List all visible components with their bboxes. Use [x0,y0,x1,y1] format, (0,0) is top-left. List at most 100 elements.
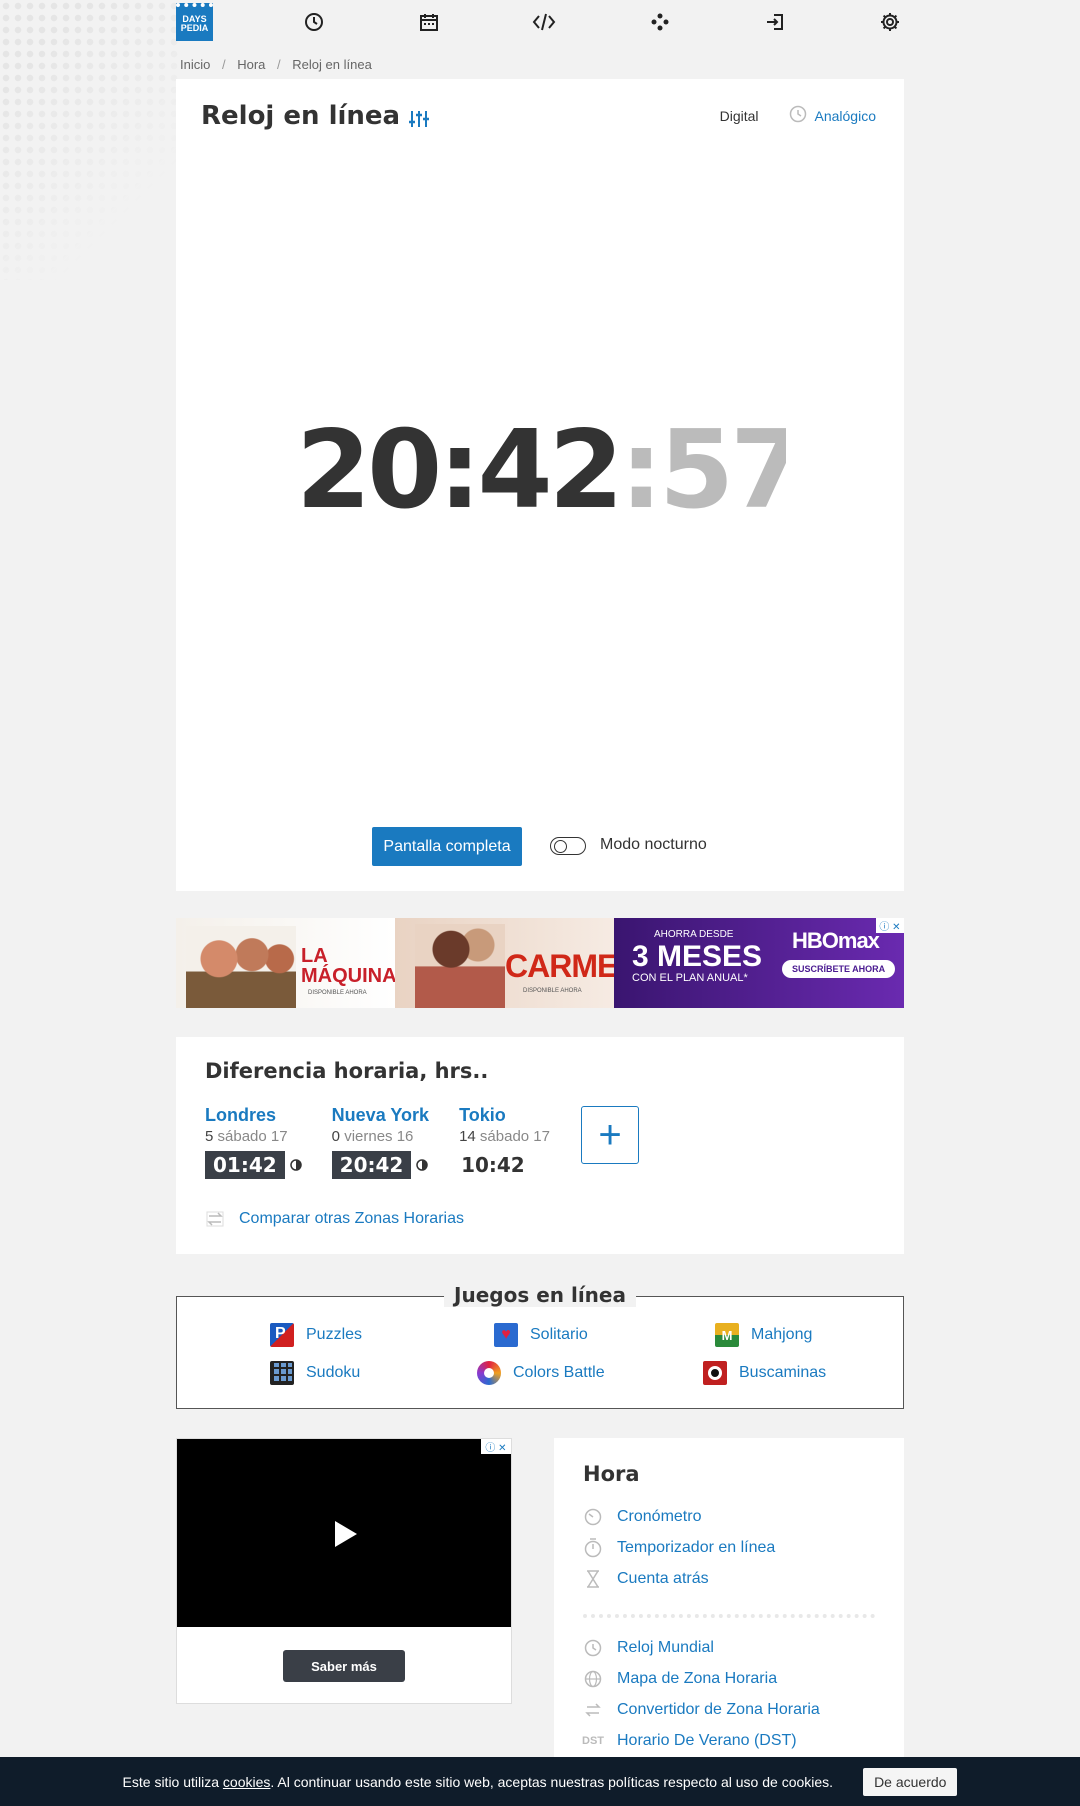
link-mapa-zona[interactable]: Mapa de Zona Horaria [583,1669,777,1689]
link-label: Temporizador en línea [617,1539,776,1556]
mahjong-icon: M [715,1323,739,1347]
divider [583,1614,875,1618]
time-difference-card: Diferencia horaria, hrs.. Londres 5 sába… [176,1037,904,1254]
breadcrumb-home[interactable]: Inicio [180,57,210,72]
link-label: Cuenta atrás [617,1570,709,1587]
play-icon[interactable] [335,1521,357,1547]
ad-info-icon[interactable]: ⓘ ✕ [876,918,904,933]
breadcrumb-hora[interactable]: Hora [237,57,265,72]
city-time: 01:42 [205,1151,285,1179]
ad-panel-carmen[interactable]: CARMEN DISPONIBLE AHORA [395,918,640,1008]
ad-small-3: AHORRA DESDE [654,929,734,940]
ad-panel-hbomax[interactable]: AHORRA DESDE 3 MESES CON EL PLAN ANUAL* … [614,918,904,1008]
city-nueva-york[interactable]: Nueva York 0 viernes 16 20:42 [331,1105,429,1179]
stopwatch-icon [583,1507,603,1527]
learn-more-button[interactable]: Saber más [283,1650,405,1682]
link-dst[interactable]: DST Horario De Verano (DST) [582,1731,797,1751]
ad-banner[interactable]: LA MÁQUINA DISPONIBLE AHORA CARMEN DISPO… [176,918,904,1008]
ad-cta-3[interactable]: SUSCRÍBETE AHORA [782,960,896,978]
game-buscaminas[interactable]: Buscaminas [703,1361,826,1385]
clock-icon[interactable] [300,8,328,36]
game-label: Colors Battle [513,1364,605,1381]
hora-title: Hora [583,1462,640,1486]
video-ad[interactable]: ⓘ ✕ Saber más [176,1438,512,1704]
city-time: 10:42 [461,1153,525,1177]
cookies-link[interactable]: cookies [223,1774,270,1790]
games-icon[interactable] [646,8,674,36]
game-puzzles[interactable]: P Puzzles [270,1323,362,1347]
games-title: Juegos en línea [444,1283,636,1307]
digital-clock: 20:42:57 [296,409,786,524]
accept-cookies-button[interactable]: De acuerdo [863,1767,958,1796]
mode-digital[interactable]: Digital [720,108,759,124]
compare-timezones-link[interactable]: Comparar otras Zonas Horarias [205,1209,464,1229]
clock-seconds: :57 [619,409,786,524]
ad-info-icon[interactable]: ⓘ ✕ [481,1439,511,1454]
clock-icon [583,1638,603,1658]
city-offset: 0 [331,1128,341,1145]
city-offset: 14 [459,1128,476,1145]
login-icon[interactable] [761,8,789,36]
background-dots [0,0,180,280]
ad-title-1: LA MÁQUINA [301,945,397,987]
analog-clock-icon [789,105,807,126]
city-offset: 5 [205,1128,214,1145]
ad-sub-1: DISPONIBLE AHORA [308,990,367,996]
logo[interactable]: DAYS PEDIA [176,3,213,41]
ad-image-couple [415,924,505,1008]
game-label: Mahjong [751,1326,813,1343]
game-label: Buscaminas [739,1364,827,1381]
game-solitario[interactable]: ♥ Solitario [494,1323,588,1347]
city-tokio[interactable]: Tokio 14 sábado 17 10:42 [459,1105,550,1179]
settings-sliders-icon[interactable] [408,109,430,134]
cookie-text: Este sitio utiliza cookies. Al continuar… [123,1774,834,1790]
ad-image-people [186,926,296,1008]
game-label: Solitario [530,1326,588,1343]
page-title: Reloj en línea [201,101,401,131]
night-mode-toggle[interactable] [550,837,586,855]
mode-analog[interactable]: Analógico [815,108,877,124]
city-offset-day: 5 sábado 17 [205,1128,302,1145]
city-name[interactable]: Londres [205,1105,302,1126]
game-mahjong[interactable]: M Mahjong [715,1323,812,1347]
video-player[interactable]: ⓘ ✕ [177,1439,511,1627]
ad-panel-la-maquina[interactable]: LA MÁQUINA DISPONIBLE AHORA [176,918,397,1008]
clock-hours-minutes: 20:42 [296,409,624,524]
cookie-text-pre: Este sitio utiliza [122,1773,223,1790]
link-cuenta-atras[interactable]: Cuenta atrás [583,1569,709,1589]
game-sudoku[interactable]: Sudoku [270,1361,360,1385]
game-colors-battle[interactable]: Colors Battle [477,1361,605,1385]
link-label: Reloj Mundial [617,1639,714,1656]
breadcrumb: Inicio / Hora / Reloj en línea [180,57,380,72]
games-box: Juegos en línea P Puzzles ♥ Solitario M … [176,1283,904,1409]
link-cronometro[interactable]: Cronómetro [583,1507,701,1527]
convert-icon [206,1211,224,1227]
city-day: sábado 17 [479,1128,550,1145]
calendar-icon[interactable] [415,8,443,36]
time-difference-title: Diferencia horaria, hrs.. [205,1059,489,1083]
breadcrumb-sep: / [221,57,226,72]
logo-line2: PEDIA [180,23,209,33]
city-offset-day: 14 sábado 17 [459,1128,550,1145]
ad-sub-2: DISPONIBLE AHORA [523,988,582,994]
clock-mode-switch: Digital Analógico [720,105,876,126]
city-name[interactable]: Nueva York [332,1105,429,1126]
city-time-box: 10:42 [459,1151,527,1179]
night-moon-icon [416,1159,429,1171]
link-temporizador[interactable]: Temporizador en línea [583,1538,775,1558]
convert-icon [583,1700,603,1720]
city-time: 20:42 [331,1151,412,1179]
ad-big-3: 3 MESES [632,940,763,973]
city-name[interactable]: Tokio [459,1105,550,1126]
city-londres[interactable]: Londres 5 sábado 17 01:42 [205,1105,302,1179]
sudoku-grid-icon [270,1361,294,1385]
city-day: sábado 17 [217,1128,288,1145]
dst-icon: DST [582,1735,604,1747]
gear-icon[interactable] [876,8,904,36]
link-reloj-mundial[interactable]: Reloj Mundial [583,1638,714,1658]
link-convertidor[interactable]: Convertidor de Zona Horaria [583,1700,820,1720]
fullscreen-button[interactable]: Pantalla completa [372,827,522,866]
clock-card: Reloj en línea Digital Analógico 20:42:5… [176,79,904,891]
add-city-button[interactable]: + [581,1106,639,1164]
code-icon[interactable] [530,8,558,36]
